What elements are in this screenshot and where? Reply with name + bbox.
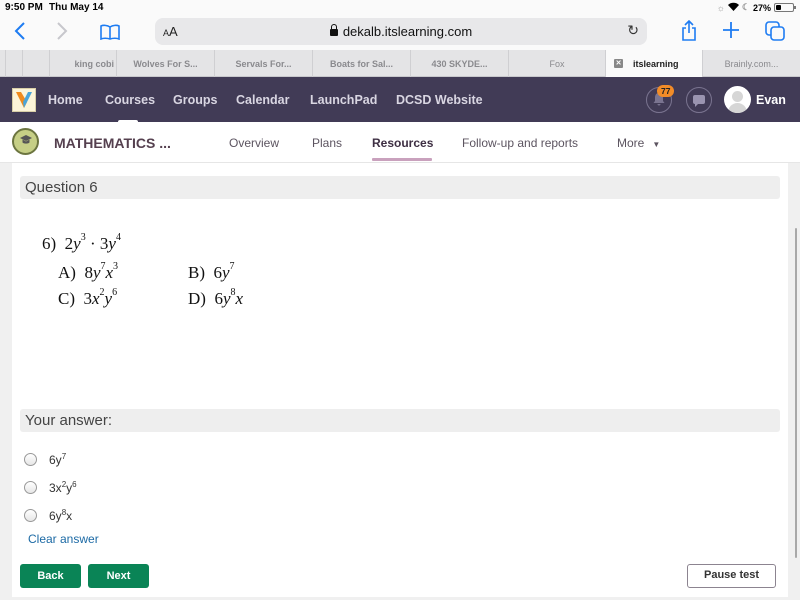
nav-groups[interactable]: Groups — [173, 93, 217, 107]
status-date: Thu May 14 — [49, 2, 104, 13]
chat-bubble-icon — [693, 94, 705, 112]
nav-courses[interactable]: Courses — [105, 93, 155, 107]
user-avatar[interactable] — [724, 86, 751, 113]
battery-percent: 27% — [752, 2, 771, 13]
tab-overview[interactable]: Overview — [229, 136, 279, 150]
nav-home[interactable]: Home — [48, 93, 83, 107]
browser-tab[interactable] — [23, 50, 50, 77]
status-indicators: ☼ ☾ 27% — [716, 2, 796, 13]
active-tab-indicator — [372, 158, 432, 161]
nav-launchpad[interactable]: LaunchPad — [310, 93, 377, 107]
browser-tab[interactable]: Boats for Sal... — [313, 50, 411, 77]
course-icon[interactable] — [12, 128, 39, 155]
problem-expression: 2y3 · 3y4 — [64, 232, 121, 253]
bookmarks-icon[interactable] — [100, 23, 120, 45]
choice-label[interactable]: 3x2y6 — [49, 480, 77, 495]
graduation-cap-icon — [20, 135, 32, 148]
tab-plans[interactable]: Plans — [312, 136, 342, 150]
browser-tab[interactable] — [6, 50, 23, 77]
forward-icon[interactable] — [56, 21, 68, 46]
problem-option-d: D) 6y8x — [188, 287, 244, 308]
course-navigation: MATHEMATICS ... Overview Plans Resources… — [0, 122, 800, 163]
problem-statement: 6) 2y3 · 3y4 — [42, 232, 121, 253]
close-tab-icon[interactable]: ✕ — [614, 59, 623, 68]
browser-tab[interactable]: Wolves For S... — [117, 50, 215, 77]
tab-resources[interactable]: Resources — [372, 136, 433, 150]
ios-status-bar: 9:50 PM Thu May 14 ☼ ☾ 27% — [0, 0, 800, 16]
browser-tab-strip: king cobi Wolves For S... Servals For...… — [0, 50, 800, 77]
next-button[interactable]: Next — [88, 564, 149, 588]
user-name[interactable]: Evan — [756, 93, 786, 107]
test-content-panel — [12, 163, 788, 597]
notification-badge: 77 — [657, 85, 675, 97]
moon-icon: ☾ — [741, 2, 750, 12]
back-button[interactable]: Back — [20, 564, 81, 588]
status-time: 9:50 PM — [5, 2, 43, 13]
messages-button[interactable] — [686, 87, 712, 113]
problem-option-b: B) 6y7 — [188, 261, 235, 282]
clear-answer-link[interactable]: Clear answer — [28, 532, 99, 546]
reload-icon[interactable]: ↻ — [627, 22, 639, 39]
itslearning-logo[interactable] — [12, 88, 36, 112]
radio-button[interactable] — [24, 453, 37, 466]
radio-button[interactable] — [24, 509, 37, 522]
battery-icon — [774, 3, 796, 12]
pause-test-button[interactable]: Pause test — [687, 564, 776, 588]
your-answer-heading: Your answer: — [20, 409, 780, 432]
problem-option-a: A) 8y7x3 — [58, 261, 119, 282]
lock-icon — [329, 24, 338, 36]
back-icon[interactable] — [14, 21, 26, 46]
browser-tab[interactable]: 430 SKYDE... — [411, 50, 509, 77]
browser-tab[interactable]: Servals For... — [215, 50, 313, 77]
caret-down-icon: ▼ — [652, 140, 661, 149]
browser-tab[interactable]: Fox — [509, 50, 606, 77]
new-tab-icon[interactable] — [722, 21, 740, 44]
brightness-icon: ☼ — [716, 2, 725, 13]
problem-option-c: C) 3x2y6 — [58, 287, 118, 308]
address-bar[interactable]: AA dekalb.itslearning.com ↻ — [155, 18, 647, 45]
question-heading: Question 6 — [20, 176, 780, 199]
browser-tab[interactable]: king cobi — [50, 50, 117, 77]
browser-toolbar: AA dekalb.itslearning.com ↻ — [0, 16, 800, 50]
tab-follow-up-and-reports[interactable]: Follow-up and reports — [462, 136, 578, 150]
scrollbar[interactable] — [795, 228, 797, 558]
tab-more[interactable]: More ▼ — [617, 136, 660, 150]
course-title[interactable]: MATHEMATICS ... — [54, 135, 171, 151]
browser-tab-active[interactable]: ✕ itslearning — [606, 50, 703, 77]
url-text: dekalb.itslearning.com — [342, 24, 473, 39]
choice-label[interactable]: 6y7 — [49, 452, 66, 467]
radio-button[interactable] — [24, 481, 37, 494]
top-navigation: Home Courses Groups Calendar LaunchPad D… — [0, 77, 800, 123]
wifi-icon — [727, 2, 739, 13]
nav-calendar[interactable]: Calendar — [236, 93, 290, 107]
tabs-icon[interactable] — [765, 21, 785, 46]
share-icon[interactable] — [681, 19, 697, 47]
browser-tab[interactable]: Brainly.com... — [703, 50, 800, 77]
choice-label[interactable]: 6y8x — [49, 508, 72, 523]
url-display[interactable]: dekalb.itslearning.com — [155, 24, 647, 39]
nav-dcsd-website[interactable]: DCSD Website — [396, 93, 483, 107]
